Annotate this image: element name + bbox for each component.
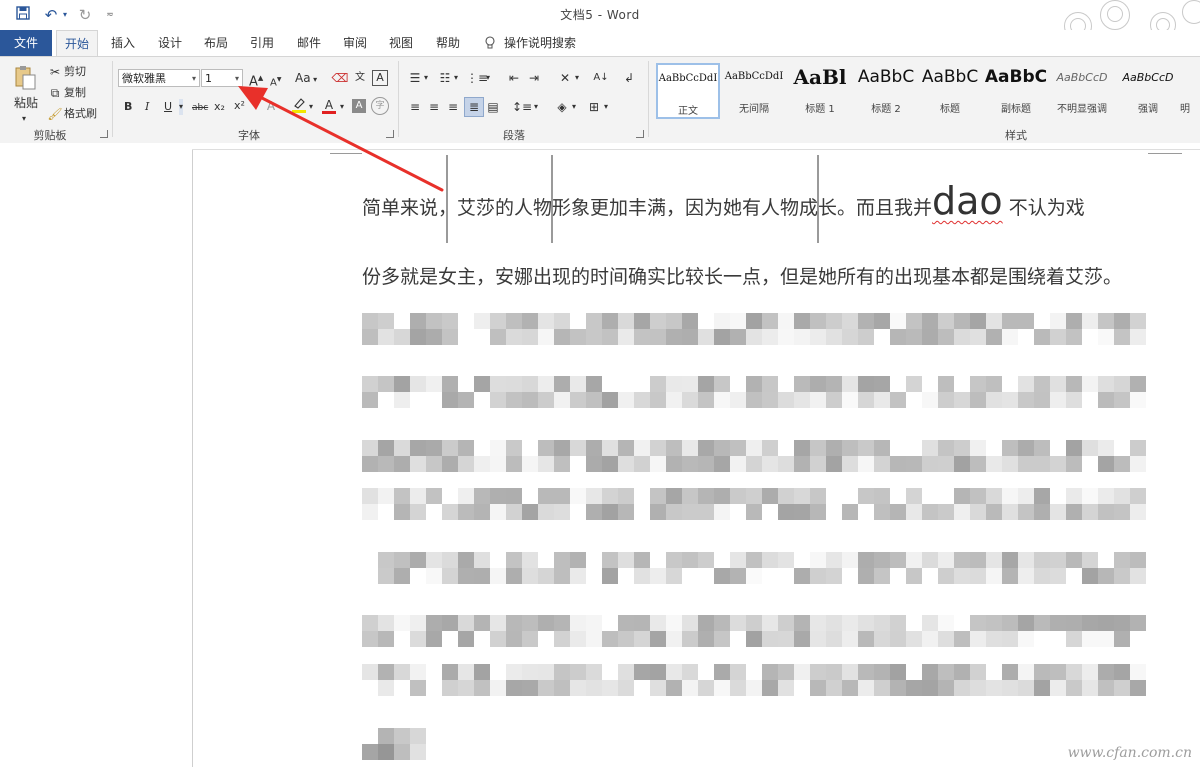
annotation-arrow: [238, 86, 444, 192]
